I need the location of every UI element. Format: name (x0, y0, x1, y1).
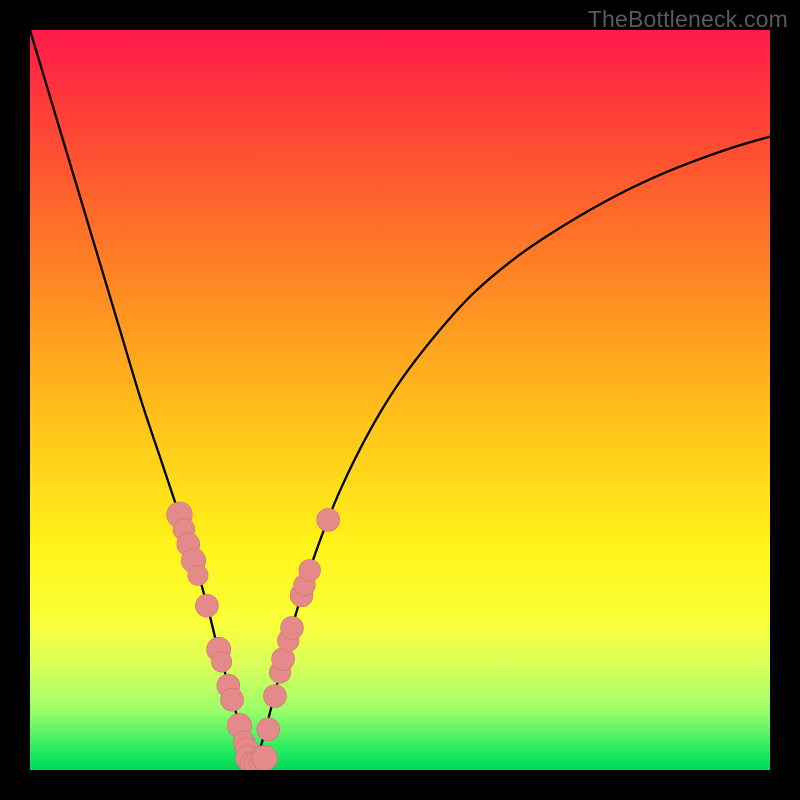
highlight-marker (317, 508, 340, 531)
highlight-markers (167, 502, 340, 770)
highlight-marker (280, 616, 303, 639)
highlight-marker (252, 745, 278, 770)
chart-frame: TheBottleneck.com (0, 0, 800, 800)
highlight-marker (188, 565, 208, 585)
highlight-marker (299, 559, 321, 581)
highlight-marker (212, 652, 232, 672)
highlight-marker (257, 718, 280, 741)
highlight-marker (263, 685, 286, 708)
curve-svg (30, 30, 770, 770)
watermark-text: TheBottleneck.com (588, 6, 788, 33)
highlight-marker (195, 594, 218, 617)
highlight-marker (221, 688, 244, 711)
plot-area (30, 30, 770, 770)
bottleneck-curve (30, 30, 770, 766)
